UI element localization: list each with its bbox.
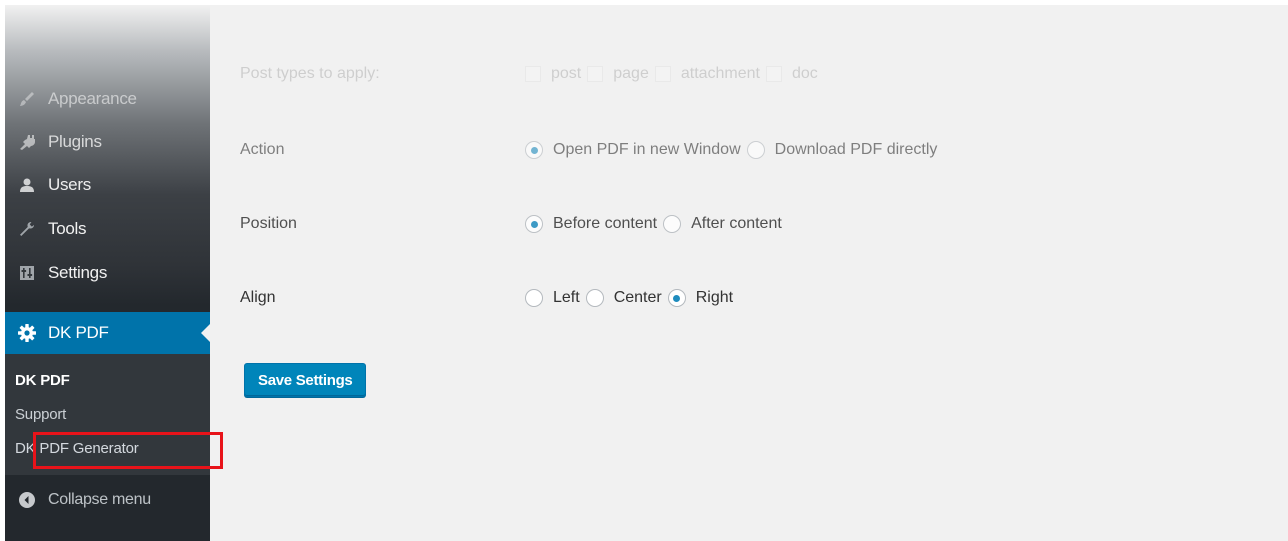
position-options: Before content After content xyxy=(525,215,788,233)
option-label: Center xyxy=(613,289,662,306)
sidebar-item-users[interactable]: Users xyxy=(5,165,210,205)
radio-right[interactable] xyxy=(667,289,686,307)
post-types-label: Post types to apply: xyxy=(240,65,380,82)
option-label: attachment xyxy=(680,65,760,82)
radio-download-directly[interactable] xyxy=(746,141,765,159)
checkbox-attachment[interactable] xyxy=(654,66,671,82)
sidebar-item-label: Users xyxy=(48,175,91,194)
sidebar-item-label: Plugins xyxy=(48,132,102,151)
option-label: page xyxy=(613,65,649,82)
settings-icon xyxy=(17,263,37,283)
radio-selected-dot xyxy=(530,146,538,154)
option-label: post xyxy=(551,65,582,82)
sidebar-item-plugins[interactable]: Plugins xyxy=(5,122,210,162)
radio-left[interactable] xyxy=(525,289,543,307)
collapse-menu-button[interactable]: Collapse menu xyxy=(5,480,210,520)
sidebar-item-label: Appearance xyxy=(48,89,137,108)
active-menu-arrow xyxy=(201,324,210,342)
checkbox-doc[interactable] xyxy=(766,66,782,82)
align-options: Left Center Right xyxy=(525,289,739,307)
sidebar-item-dk-pdf[interactable]: DK PDF xyxy=(5,312,210,354)
save-settings-button[interactable]: Save Settings xyxy=(244,363,367,397)
option-label: Before content xyxy=(553,215,658,232)
highlight-annotation xyxy=(33,432,223,469)
option-label: After content xyxy=(691,215,782,232)
option-label: Open PDF in new Window xyxy=(553,141,741,158)
option-label: Left xyxy=(553,289,580,306)
checkbox-post[interactable] xyxy=(525,66,541,82)
plug-icon xyxy=(17,132,37,152)
submenu-item-dk-pdf[interactable]: DK PDF xyxy=(15,372,70,389)
sidebar-item-tools[interactable]: Tools xyxy=(5,209,210,249)
paintbrush-icon xyxy=(17,89,37,109)
align-label: Align xyxy=(240,289,276,306)
option-label: Download PDF directly xyxy=(774,141,938,158)
sidebar-item-label: Settings xyxy=(48,263,108,282)
option-label: Right xyxy=(695,289,734,306)
sidebar-item-label: DK PDF xyxy=(48,323,109,342)
action-label: Action xyxy=(240,141,285,158)
collapse-menu-label: Collapse menu xyxy=(48,491,151,508)
radio-before-content[interactable] xyxy=(525,215,543,233)
settings-content: Post types to apply: post page attachmen… xyxy=(210,5,1288,541)
admin-screen: Appearance Plugins Users Tools Settings xyxy=(5,5,1288,541)
radio-after-content[interactable] xyxy=(663,215,682,233)
gear-icon xyxy=(17,323,37,343)
collapse-arrow-icon xyxy=(17,490,37,510)
radio-selected-dot xyxy=(530,220,538,228)
action-options: Open PDF in new Window Download PDF dire… xyxy=(525,141,943,159)
sidebar-item-label: Tools xyxy=(48,219,87,238)
users-icon xyxy=(17,175,37,195)
radio-center[interactable] xyxy=(585,289,604,307)
wrench-icon xyxy=(17,219,37,239)
option-label: doc xyxy=(792,65,818,82)
radio-open-new-window[interactable] xyxy=(525,141,543,159)
position-label: Position xyxy=(240,215,297,232)
submenu-item-support[interactable]: Support xyxy=(15,406,66,423)
post-types-options: post page attachment doc xyxy=(525,65,824,83)
sidebar-item-appearance[interactable]: Appearance xyxy=(5,79,210,119)
checkbox-page[interactable] xyxy=(587,66,604,82)
radio-selected-dot xyxy=(673,294,681,302)
sidebar-item-settings[interactable]: Settings xyxy=(5,253,210,293)
